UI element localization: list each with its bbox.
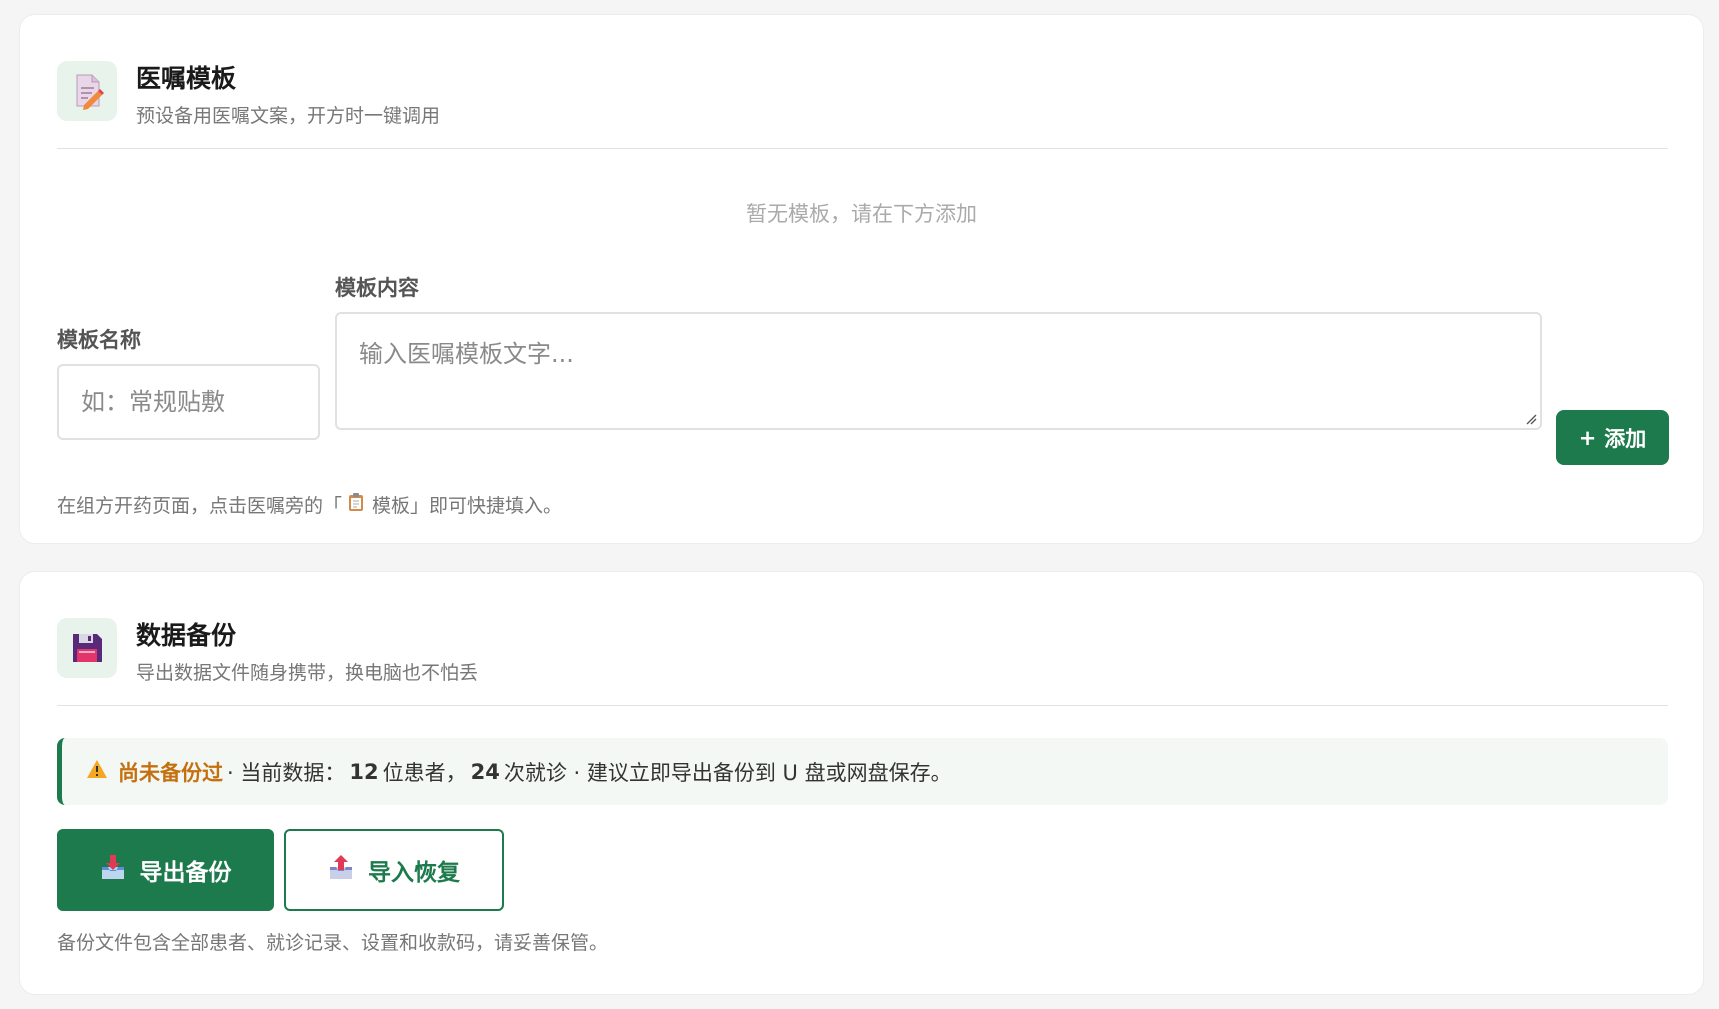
plus-icon: + <box>1578 425 1597 450</box>
template-card-subtitle: 预设备用医嘱文案，开方时一键调用 <box>136 105 441 127</box>
backup-status-text: 尚未备份过 <box>118 760 223 785</box>
import-button-label: 导入恢复 <box>368 860 460 886</box>
backup-card-divider <box>57 705 1668 706</box>
clipboard-icon <box>348 492 364 517</box>
backup-card-title: 数据备份 <box>136 621 237 650</box>
alert-text-part2: 位患者， <box>382 760 467 785</box>
backup-helper-text: 备份文件包含全部患者、就诊记录、设置和收款码，请妥善保管。 <box>57 932 609 954</box>
import-restore-button[interactable]: 导入恢复 <box>284 829 504 911</box>
empty-templates-hint: 暂无模板，请在下方添加 <box>746 202 977 226</box>
template-name-input[interactable] <box>57 364 320 440</box>
alert-text-part3: 次就诊 · 建议立即导出备份到 U 盘或网盘保存。 <box>503 760 952 785</box>
export-backup-button[interactable]: 导出备份 <box>57 829 274 911</box>
alert-text-part1: · 当前数据： <box>227 760 346 785</box>
add-template-button[interactable]: + 添加 <box>1556 410 1669 465</box>
visit-count: 24 <box>470 759 500 784</box>
patient-count: 12 <box>349 759 379 784</box>
template-card-divider <box>57 148 1668 149</box>
helper-text-after: 」即可快捷填入。 <box>410 495 563 517</box>
resize-grip-icon[interactable] <box>1525 413 1537 425</box>
template-helper-text: 在组方开药页面，点击医嘱旁的「 模板 」即可快捷填入。 <box>57 491 562 518</box>
template-content-label: 模板内容 <box>335 276 419 300</box>
floppy-disk-icon <box>57 618 117 678</box>
add-button-label: 添加 <box>1604 426 1647 451</box>
helper-text-before: 在组方开药页面，点击医嘱旁的「 <box>57 495 343 517</box>
template-name-label: 模板名称 <box>57 328 141 352</box>
template-card: 医嘱模板 预设备用医嘱文案，开方时一键调用 暂无模板，请在下方添加 模板名称 模… <box>19 14 1704 544</box>
backup-status-alert: 尚未备份过 · 当前数据： 12 位患者， 24 次就诊 · 建议立即导出备份到… <box>57 738 1668 805</box>
backup-card-subtitle: 导出数据文件随身携带，换电脑也不怕丢 <box>136 662 479 684</box>
template-content-textarea[interactable] <box>335 312 1542 430</box>
inbox-tray-icon <box>328 853 354 887</box>
warning-triangle-icon <box>86 759 108 784</box>
helper-text-template-label: 模板 <box>372 495 411 517</box>
memo-pencil-icon <box>57 61 117 121</box>
outbox-tray-icon <box>100 853 126 887</box>
export-button-label: 导出备份 <box>139 860 232 886</box>
backup-card: 数据备份 导出数据文件随身携带，换电脑也不怕丢 尚未备份过 · 当前数据： 12… <box>19 571 1704 995</box>
template-card-title: 医嘱模板 <box>136 64 237 93</box>
